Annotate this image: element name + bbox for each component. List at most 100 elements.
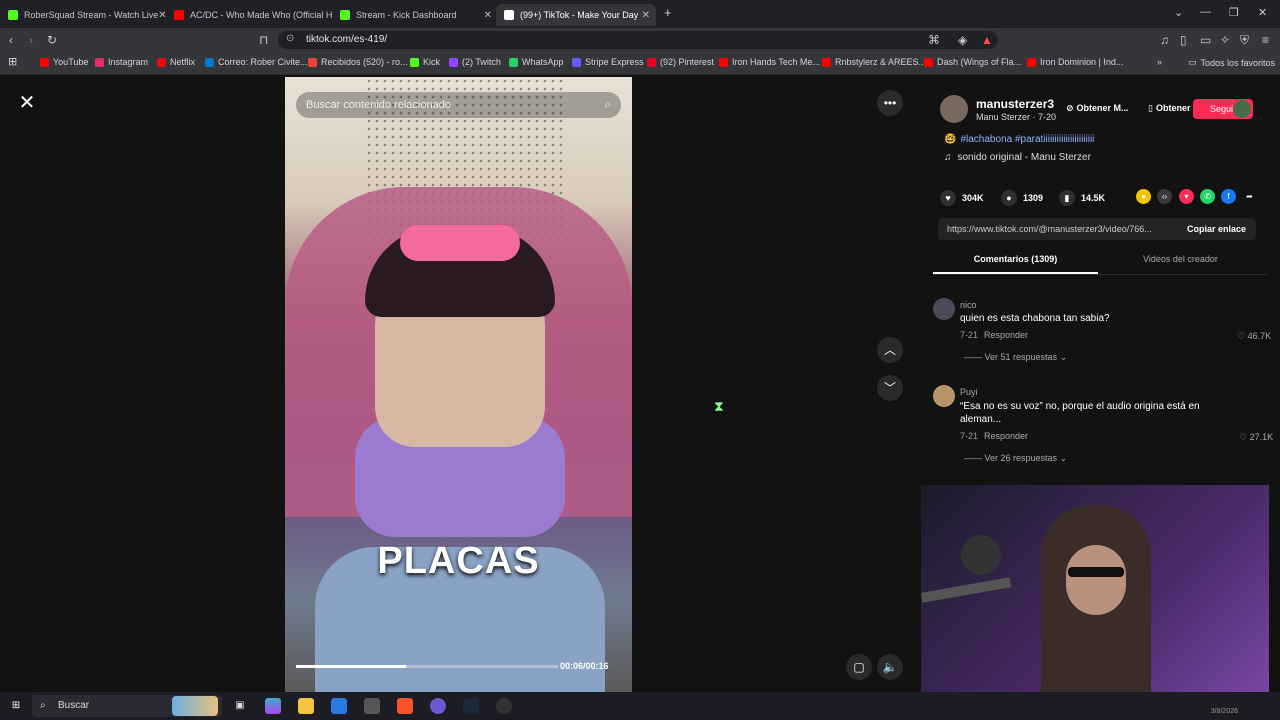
windows-start-icon[interactable]: ⊞ [8,698,24,714]
post-sound[interactable]: ♫ sonido original - Manu Sterzer [944,152,1091,163]
copy-link-button[interactable]: Copiar enlace [1187,224,1246,234]
bookmark-youtube[interactable]: YouTube [40,57,88,67]
close-window-icon[interactable]: ✕ [1258,6,1267,19]
bookmark-gmail[interactable]: Recibidos (520) - ro... [308,57,408,67]
bookmark-netflix[interactable]: Netflix [157,57,195,67]
post-hashtags[interactable]: 🤓 #lachabona #paratiiiiiiiiiiiiiiiiiiiiii… [944,134,1094,145]
close-icon[interactable]: ✕ [16,92,38,114]
facebook-icon[interactable]: f [1221,189,1236,204]
file-explorer-icon[interactable] [298,698,314,714]
chevron-down-icon[interactable]: ﹀ [877,375,903,401]
steam-icon[interactable] [463,698,479,714]
translate-icon[interactable]: ⌘ [928,33,940,47]
bookmark-iron-dominion[interactable]: Iron Dominion | Ind... [1027,57,1123,67]
view-replies-button[interactable]: —— Ver 51 respuestas ⌄ [964,352,1067,363]
progress-bar[interactable] [296,665,558,668]
address-bar[interactable]: ⊙ tiktok.com/es-419/ [278,31,998,49]
creator-username[interactable]: manusterzer3 [976,97,1054,111]
new-tab-icon[interactable]: + [664,5,672,20]
vpn-icon[interactable]: ⛨ [1240,33,1249,48]
store-icon[interactable] [331,698,347,714]
search-icon[interactable]: ⌕ [604,97,611,112]
bookmark-whatsapp[interactable]: WhatsApp [509,57,564,67]
obs-icon[interactable] [496,698,512,714]
coin-icon[interactable]: ● [1136,189,1151,204]
view-replies-button[interactable]: —— Ver 26 respuestas ⌄ [964,453,1067,464]
commenter-avatar[interactable] [933,298,955,320]
discord-icon[interactable] [430,698,446,714]
brave-icon[interactable] [397,698,413,714]
copilot-icon[interactable] [265,698,281,714]
creator-avatar[interactable] [940,95,968,123]
media-icon[interactable]: ♫ [1160,33,1169,47]
commenter-name[interactable]: Puyi [960,387,978,397]
bookmark-icon[interactable]: ⊓ [259,33,268,47]
restore-icon[interactable]: ❐ [1229,6,1239,19]
close-icon[interactable]: ✕ [158,10,166,21]
reply-button[interactable]: Responder [984,431,1028,441]
bookmark-label: Instagram [108,57,149,67]
video-player[interactable] [285,77,632,692]
app-icon[interactable] [364,698,380,714]
commenter-name[interactable]: nico [960,300,977,310]
leo-icon[interactable]: ✧ [1220,33,1230,47]
related-search-input[interactable]: Buscar contenido relacionado ⌕ [296,92,621,118]
bookmark-kick[interactable]: Kick [410,57,440,67]
comment-text: quien es esta chabona tan sabia? [960,313,1110,324]
comment-like[interactable]: ♡ 27.1K [1239,432,1273,443]
tab-comments[interactable]: Comentarios (1309) [933,254,1098,264]
close-icon[interactable]: ✕ [484,10,492,21]
send-icon[interactable]: ▾ [1179,189,1194,204]
bookmark-outlook[interactable]: Correo: Rober Civite... [205,57,308,67]
bookmarks-overflow-icon[interactable]: » [1157,57,1162,67]
extension-avatar-icon[interactable] [1233,100,1251,118]
sidebar-icon[interactable]: ▯ [1180,33,1187,47]
back-icon[interactable]: ‹ [9,33,13,47]
bookmark-instagram[interactable]: Instagram [95,57,148,67]
forward-icon[interactable]: › [29,33,33,47]
save-button[interactable]: ▮ 14.5K [1059,190,1105,206]
brave-shield-icon[interactable]: ◈ [958,33,967,47]
bookmark-iron-hands[interactable]: Iron Hands Tech Me... [719,57,820,67]
bookmark-pinterest[interactable]: (92) Pinterest [647,57,714,67]
mini-player-icon[interactable]: ▢ [846,654,872,680]
all-bookmarks[interactable]: ▭ Todos los favoritos [1188,57,1275,68]
task-view-icon[interactable]: ▣ [232,698,248,714]
apps-icon[interactable]: ⊞ [8,55,17,68]
tab-creator-videos[interactable]: Videos del creador [1098,254,1263,264]
share-link-box[interactable]: https://www.tiktok.com/@manusterzer3/vid… [938,218,1256,240]
tab-title: Stream - Kick Dashboard [356,10,457,20]
tab-robersquad[interactable]: RoberSquad Stream - Watch Live ✕ [0,4,166,26]
commenter-avatar[interactable] [933,385,955,407]
browser-toolbar: ‹ › ↻ ⊓ ⊙ tiktok.com/es-419/ ⌘ ◈ ▲ ♫ ▯ ▭… [0,28,1280,52]
taskbar-search[interactable]: ⌕ Buscar [32,695,222,717]
bookmark-dash[interactable]: Dash (Wings of Fla... [924,57,1021,67]
site-info-icon[interactable]: ⊙ [286,33,294,44]
reply-button[interactable]: Responder [984,330,1028,340]
close-icon[interactable]: ✕ [642,10,650,21]
more-options-icon[interactable]: ••• [877,90,903,116]
bookmark-rnbstylerz[interactable]: Rnbstylerz & AREES... [822,57,926,67]
comment-like[interactable]: ♡ 46.7K [1237,331,1271,342]
share-icon[interactable]: ➦ [1242,189,1257,204]
bookmark-twitch[interactable]: (2) Twitch [449,57,501,67]
tiktok-icon [504,10,514,20]
reload-icon[interactable]: ↻ [47,33,57,47]
tab-search-icon[interactable]: ⌄ [1174,6,1183,19]
brave-rewards-icon[interactable]: ▲ [981,33,993,47]
minimize-icon[interactable]: — [1200,6,1211,18]
like-button[interactable]: ♥ 304K [940,190,984,206]
chevron-up-icon[interactable]: ︿ [877,337,903,363]
bookmark-label: Netflix [170,57,196,67]
get-extension-button-a[interactable]: ⊘ Obtener M... [1066,99,1129,117]
menu-icon[interactable]: ≡ [1262,33,1269,47]
comment-button[interactable]: ● 1309 [1001,190,1043,206]
whatsapp-icon[interactable]: ✆ [1200,189,1215,204]
embed-icon[interactable]: ‹› [1157,189,1172,204]
tab-kick-dashboard[interactable]: Stream - Kick Dashboard ✕ [332,4,498,26]
tab-acdc[interactable]: AC/DC - Who Made Who (Official HD ✕ [166,4,332,26]
bookmark-stripe[interactable]: Stripe Express [572,57,644,67]
wallet-icon[interactable]: ▭ [1200,33,1211,47]
volume-icon[interactable]: 🔈 [877,654,903,680]
tab-tiktok[interactable]: (99+) TikTok - Make Your Day ✕ [496,4,656,26]
